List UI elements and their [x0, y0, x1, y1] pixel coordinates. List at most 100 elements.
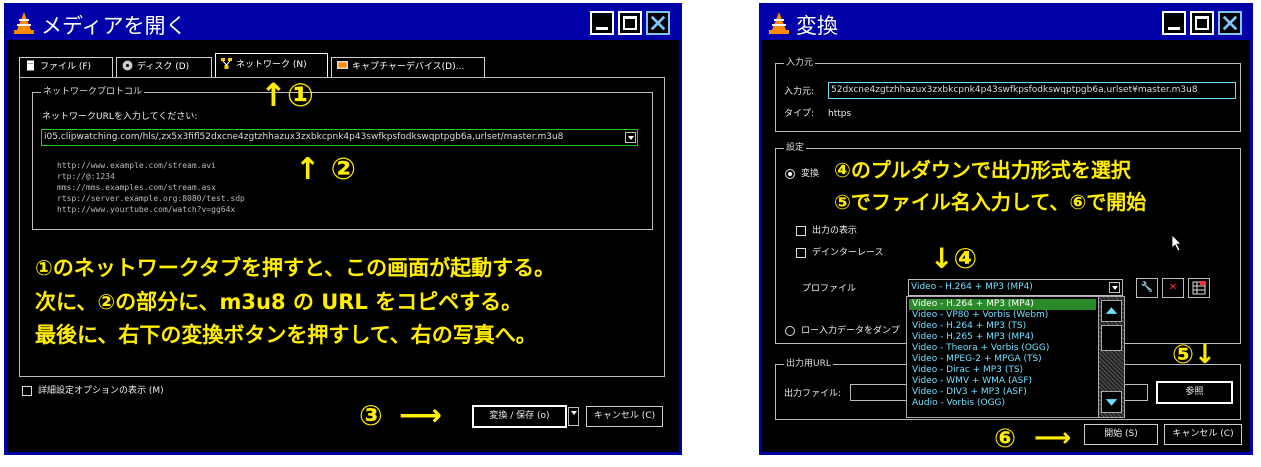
- instruction-line-2: 次に、②の部分に、m3u8 の URL をコピペする。: [35, 290, 523, 314]
- annotation-arrow-6: ⟶: [1034, 423, 1072, 453]
- close-button[interactable]: [646, 11, 670, 35]
- cancel-button[interactable]: キャンセル (C): [586, 406, 663, 427]
- new-profile-icon: [1192, 281, 1206, 295]
- deinterlace-label: デインターレース: [812, 248, 884, 258]
- annotation-circle-3: ③: [359, 399, 383, 432]
- source-input[interactable]: 52dxcne4zgtzhhazux3zxbkcpnk4p43swfkpsfod…: [828, 82, 1236, 99]
- instruction-line-3: 最後に、右下の変換ボタンを押すして、右の写真へ。: [35, 323, 537, 347]
- advanced-options-label: 詳細設定オプションの表示 (M): [38, 386, 164, 396]
- advanced-options-checkbox[interactable]: [22, 386, 32, 396]
- deinterlace-checkbox[interactable]: [796, 248, 806, 258]
- close-icon: [1222, 15, 1238, 31]
- convert-window: 変換 入力元 入力元: 52dxcne4zgtzhhazux3zxbkcpnk4…: [759, 3, 1253, 455]
- annotation-arrow-3: ⟶: [399, 398, 443, 433]
- raw-dump-radio[interactable]: [785, 326, 795, 336]
- type-label: タイプ:: [784, 109, 815, 119]
- close-button[interactable]: [1218, 11, 1242, 35]
- output-file-label: 出力ファイル:: [784, 389, 842, 399]
- source-legend: 入力元: [784, 57, 816, 69]
- mouse-cursor-icon: [1171, 234, 1182, 252]
- type-value: https: [828, 109, 852, 119]
- browse-button[interactable]: 参照: [1156, 381, 1233, 404]
- window-title: メディアを開く: [41, 14, 187, 38]
- instruction-line-1: ①のネットワークタブを押すと、この画面が起動する。: [35, 256, 556, 280]
- scroll-thumb[interactable]: [1101, 325, 1122, 351]
- profile-option[interactable]: Video - H.264 + MP3 (MP4): [909, 299, 1096, 310]
- annotation-circle-2: ↑ ②: [295, 152, 356, 187]
- scroll-up-icon: [1105, 307, 1118, 314]
- convert-save-button[interactable]: 変換 / 保存 (o): [472, 405, 567, 428]
- maximize-icon: [1195, 16, 1209, 30]
- annotation-line-2: ⑤でファイル名入力して、⑥で開始: [834, 190, 1147, 214]
- profile-dropdown-arrow[interactable]: [1109, 282, 1120, 293]
- network-icon: [221, 58, 232, 69]
- profile-option[interactable]: Video - Dirac + MP3 (TS): [909, 365, 1096, 376]
- source-group: 入力元 入力元: 52dxcne4zgtzhhazux3zxbkcpnk4p43…: [775, 57, 1241, 132]
- scroll-down-button[interactable]: [1101, 391, 1122, 413]
- convert-save-dropdown[interactable]: [568, 407, 579, 426]
- delete-profile-button[interactable]: ✕: [1162, 278, 1184, 298]
- title-bar: 変換: [762, 6, 1250, 40]
- profile-option[interactable]: Video - VP80 + Vorbis (Webm): [909, 310, 1096, 321]
- vlc-cone-icon: [14, 12, 34, 34]
- scroll-down-icon: [1105, 399, 1118, 406]
- wrench-icon: 🔧: [1140, 282, 1154, 293]
- example-url-1: http://www.example.com/stream.avi: [57, 161, 216, 170]
- annotation-circle-6: ⑥: [994, 424, 1017, 454]
- profile-option[interactable]: Video - MPEG-2 + MPGA (TS): [909, 354, 1096, 365]
- minimize-icon: [1168, 27, 1180, 30]
- delete-icon: ✕: [1168, 282, 1178, 293]
- maximize-button[interactable]: [618, 11, 642, 35]
- convert-radio-label: 変換: [801, 169, 820, 179]
- tab-capture-device[interactable]: キャプチャーデバイス(D)...: [331, 57, 485, 77]
- example-url-5: http://www.yourtube.com/watch?v=gg64x: [57, 205, 236, 214]
- start-button[interactable]: 開始 (S): [1084, 424, 1158, 445]
- profile-option[interactable]: Video - H.264 + MP3 (TS): [909, 321, 1096, 332]
- close-icon: [650, 15, 666, 31]
- profile-option[interactable]: Video - H.265 + MP3 (MP4): [909, 332, 1096, 343]
- edit-profile-button[interactable]: 🔧: [1136, 278, 1158, 298]
- cancel-button[interactable]: キャンセル (C): [1164, 424, 1242, 445]
- url-prompt-label: ネットワークURLを入力してください:: [42, 112, 198, 122]
- minimize-button[interactable]: [590, 11, 614, 35]
- maximize-icon: [623, 16, 637, 30]
- scroll-up-button[interactable]: [1101, 300, 1122, 322]
- show-output-checkbox[interactable]: [796, 226, 806, 236]
- vlc-cone-icon: [769, 12, 789, 34]
- tab-file[interactable]: ファイル (F): [19, 57, 113, 77]
- network-protocol-legend: ネットワークプロトコル: [41, 86, 145, 98]
- open-media-window: メディアを開く ファイル (F) ディスク (D) ネットワーク (N) キャプ…: [4, 3, 682, 455]
- convert-radio[interactable]: [785, 169, 795, 179]
- profile-label: プロファイル: [802, 284, 857, 294]
- raw-dump-label: ロー入力データをダンプ: [801, 326, 900, 336]
- disc-icon: [122, 60, 133, 71]
- example-url-2: rtp://@:1234: [57, 172, 115, 181]
- example-url-4: rtsp://server.example.org:8080/test.sdp: [57, 194, 245, 203]
- tab-network[interactable]: ネットワーク (N): [215, 53, 328, 78]
- network-url-input[interactable]: i05.clipwatching.com/hls/,zx5x3fifl52dxc…: [41, 129, 638, 146]
- maximize-button[interactable]: [1190, 11, 1214, 35]
- file-icon: [27, 60, 34, 71]
- annotation-line-1: ④のプルダウンで出力形式を選択: [834, 158, 1131, 182]
- profile-option[interactable]: Video - WMV + WMA (ASF): [909, 376, 1096, 387]
- annotation-circle-4: ↓④: [930, 242, 978, 275]
- show-output-label: 出力の表示: [812, 226, 858, 236]
- profile-list-scrollbar[interactable]: [1098, 297, 1124, 417]
- profile-options-list[interactable]: Video - H.264 + MP3 (MP4) Video - VP80 +…: [906, 296, 1125, 418]
- settings-legend: 設定: [784, 142, 807, 154]
- profile-option[interactable]: Video - Theora + Vorbis (OGG): [909, 343, 1096, 354]
- title-bar: メディアを開く: [7, 6, 679, 40]
- url-history-dropdown[interactable]: [625, 132, 636, 143]
- capture-device-icon: [337, 61, 348, 69]
- profile-select[interactable]: Video - H.264 + MP3 (MP4): [908, 279, 1123, 296]
- minimize-button[interactable]: [1162, 11, 1186, 35]
- example-url-3: mms://mms.examples.com/stream.asx: [57, 183, 216, 192]
- tab-disc[interactable]: ディスク (D): [116, 57, 212, 77]
- minimize-icon: [596, 27, 608, 30]
- annotation-circle-1: ↑①: [260, 76, 314, 114]
- profile-option[interactable]: Audio - Vorbis (OGG): [909, 398, 1096, 409]
- new-profile-button[interactable]: [1188, 278, 1210, 298]
- profile-option[interactable]: Video - DIV3 + MP3 (ASF): [909, 387, 1096, 398]
- annotation-circle-5: ⑤↓: [1172, 340, 1216, 370]
- window-title: 変換: [796, 14, 838, 38]
